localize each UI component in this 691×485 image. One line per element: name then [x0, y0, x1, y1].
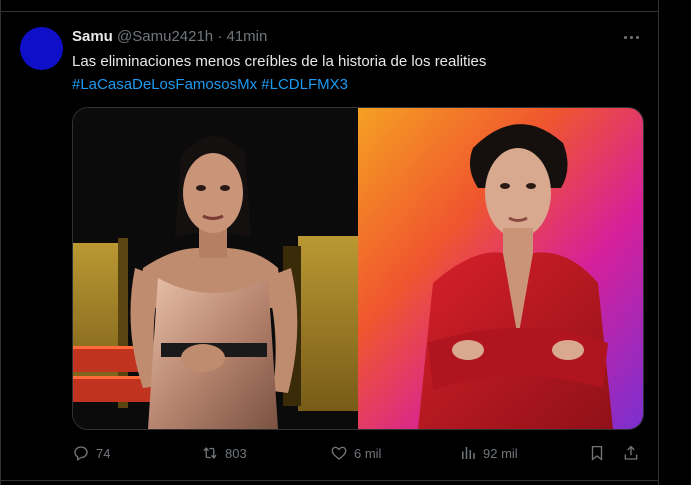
woman-on-stage-photo[interactable] [73, 108, 358, 429]
reply-button[interactable]: 74 [72, 441, 110, 465]
tweet-hashtags: #LaCasaDeLosFamososMx #LCDLFMX3 [72, 75, 348, 95]
tweet-time[interactable]: 41min [227, 28, 268, 45]
tweet-actions: 74 803 6 mil 92 mil [72, 441, 642, 465]
tweet-bottom-divider [0, 480, 659, 481]
repost-count: 803 [225, 445, 247, 461]
tweet-text: Las eliminaciones menos creíbles de la h… [72, 53, 487, 70]
views-count: 92 mil [483, 445, 518, 461]
analytics-icon [462, 447, 475, 459]
man-red-suit-photo[interactable] [358, 108, 643, 429]
reply-icon [74, 446, 88, 462]
hashtag-link[interactable]: #LaCasaDeLosFamososMx [72, 76, 257, 93]
more-dots-icon [623, 35, 627, 39]
header-separator: · [217, 28, 223, 45]
like-button[interactable]: 6 mil [330, 441, 381, 465]
author-handle[interactable]: @Samu2421h [117, 28, 213, 45]
heart-icon [331, 446, 347, 460]
hashtag-link[interactable]: #LCDLFMX3 [261, 76, 348, 93]
author-name[interactable]: Samu [72, 28, 113, 45]
share-icon [624, 445, 638, 460]
tweet-header: Samu @Samu2421h · 41min [72, 28, 267, 46]
share-button[interactable] [622, 441, 646, 465]
bookmark-button[interactable] [588, 441, 612, 465]
views-button[interactable]: 92 mil [459, 441, 518, 465]
more-options-button[interactable] [620, 27, 642, 47]
repost-button[interactable]: 803 [201, 441, 247, 465]
tweet-top-divider [0, 11, 659, 12]
bookmark-icon [591, 445, 603, 461]
column-border-right [658, 0, 659, 485]
like-count: 6 mil [354, 445, 382, 461]
avatar[interactable] [20, 27, 63, 70]
repost-icon [203, 447, 217, 459]
reply-count: 74 [96, 445, 111, 461]
tweet-media[interactable] [72, 107, 644, 430]
column-border-left [0, 0, 1, 485]
